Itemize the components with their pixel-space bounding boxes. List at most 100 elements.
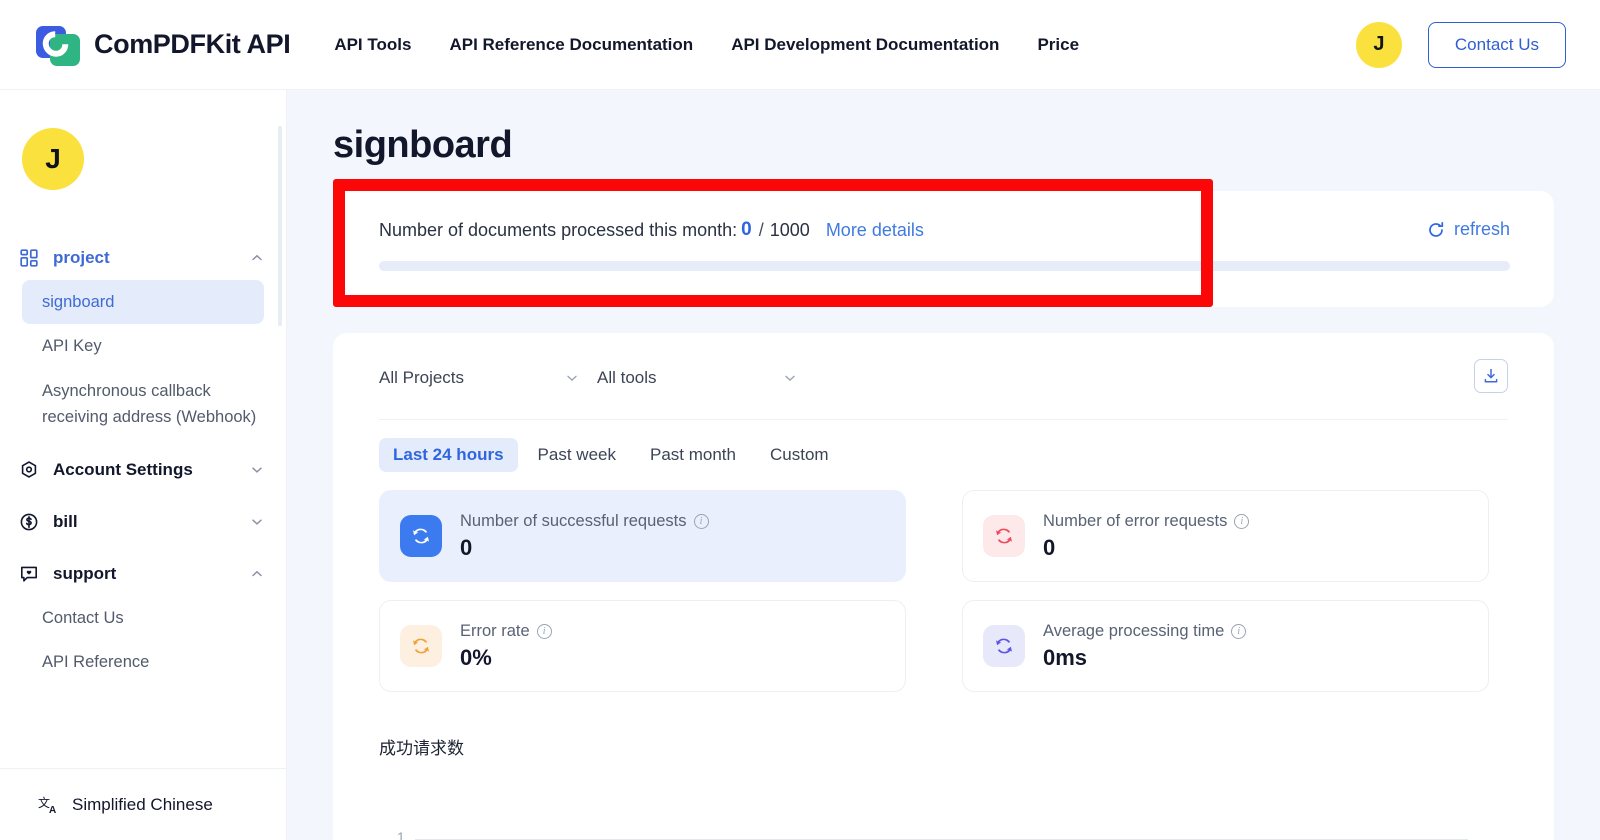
- nav-link-api-tools[interactable]: API Tools: [334, 35, 411, 55]
- tab-custom[interactable]: Custom: [756, 438, 843, 472]
- chart-title: 成功请求数: [379, 739, 464, 758]
- main-nav-links: API Tools API Reference Documentation AP…: [334, 35, 1079, 55]
- sidebar-group-account-settings[interactable]: Account Settings: [0, 448, 286, 492]
- chevron-up-icon: [250, 251, 264, 265]
- nav-link-api-development-documentation[interactable]: API Development Documentation: [731, 35, 999, 55]
- info-icon[interactable]: i: [1231, 623, 1247, 639]
- refresh-button[interactable]: refresh: [1427, 219, 1510, 240]
- support-chat-icon: [18, 563, 40, 585]
- quota-total-value: 1000: [769, 219, 810, 240]
- sync-time-icon: [983, 625, 1025, 667]
- refresh-label: refresh: [1453, 219, 1510, 239]
- metric-card-error-requests: Number of error requests i 0: [962, 490, 1489, 582]
- sync-rate-icon: [400, 625, 442, 667]
- info-icon[interactable]: i: [1234, 513, 1250, 529]
- quota-progress-bar: [379, 261, 1510, 271]
- sidebar-group-label: support: [53, 563, 117, 583]
- main-content: signboard Number of documents processed …: [287, 90, 1600, 840]
- chart-plot-area: 1: [379, 797, 1508, 840]
- nav-link-api-reference-documentation[interactable]: API Reference Documentation: [449, 35, 693, 55]
- metric-label-row: Number of error requests i: [1043, 511, 1250, 531]
- metric-body: Average processing time i 0ms: [1043, 621, 1247, 671]
- chart-y-tick: 1: [397, 829, 405, 840]
- quota-card: Number of documents processed this month…: [333, 191, 1554, 307]
- tab-last-24-hours[interactable]: Last 24 hours: [379, 438, 518, 472]
- success-requests-chart: 成功请求数 1: [379, 734, 1508, 840]
- sidebar-avatar[interactable]: J: [22, 128, 84, 190]
- metric-body: Error rate i 0%: [460, 622, 552, 671]
- metric-label: Error rate: [460, 621, 530, 640]
- metric-card-average-processing-time: Average processing time i 0ms: [962, 600, 1489, 692]
- export-button[interactable]: [1474, 359, 1508, 393]
- metric-label-row: Error rate i: [460, 622, 552, 641]
- chevron-down-icon: [565, 371, 579, 385]
- quota-used-value: 0: [741, 219, 752, 240]
- quota-line: Number of documents processed this month…: [379, 219, 1510, 241]
- download-icon: [1482, 367, 1500, 385]
- sidebar-avatar-wrap: J: [0, 90, 286, 190]
- info-icon[interactable]: i: [693, 513, 709, 529]
- sidebar-item-contact-us[interactable]: Contact Us: [22, 596, 264, 640]
- sync-error-icon: [983, 515, 1025, 557]
- sidebar-item-signboard[interactable]: signboard: [22, 280, 264, 325]
- metric-card-successful-requests: Number of successful requests i 0: [379, 490, 906, 582]
- sidebar-group-label: project: [53, 248, 110, 267]
- refresh-icon: [1427, 221, 1445, 239]
- info-icon[interactable]: i: [536, 623, 552, 639]
- metric-label: Number of error requests: [1043, 511, 1228, 530]
- metric-value: 0: [460, 534, 473, 560]
- contact-us-button[interactable]: Contact Us: [1427, 21, 1566, 68]
- sync-success-icon: [400, 515, 442, 557]
- project-filter-value: All Projects: [379, 368, 465, 387]
- language-label: Simplified Chinese: [72, 794, 213, 814]
- sidebar-item-api-reference[interactable]: API Reference: [22, 640, 264, 684]
- metric-value: 0ms: [1043, 644, 1088, 670]
- nav-link-price[interactable]: Price: [1037, 35, 1079, 55]
- sidebar-scrollbar[interactable]: [278, 126, 282, 326]
- time-range-tabs: Last 24 hours Past week Past month Custo…: [379, 419, 1508, 472]
- translate-icon: 文 A: [38, 794, 60, 816]
- metrics-grid: Number of successful requests i 0 Number…: [379, 490, 1508, 692]
- avatar[interactable]: J: [1355, 21, 1402, 68]
- filter-row: All Projects All tools: [379, 359, 1508, 397]
- grid-icon: [18, 247, 40, 269]
- metric-body: Number of successful requests i 0: [460, 512, 709, 561]
- tool-filter-select[interactable]: All tools: [597, 359, 797, 397]
- sidebar-group-project[interactable]: project: [0, 236, 286, 280]
- language-switcher[interactable]: 文 A Simplified Chinese: [0, 768, 286, 840]
- project-filter-select[interactable]: All Projects: [379, 359, 579, 397]
- metric-value: 0%: [460, 644, 492, 670]
- settings-hex-icon: [18, 459, 40, 481]
- nav-right-actions: J Contact Us: [1355, 21, 1566, 68]
- metric-label: Average processing time: [1043, 621, 1225, 640]
- sidebar-item-webhook[interactable]: Asynchronous callback receiving address …: [22, 369, 264, 440]
- compdfkit-logo-icon: [36, 23, 80, 67]
- page-title: signboard: [333, 124, 513, 166]
- sidebar-group-label: bill: [53, 511, 78, 531]
- metric-label-row: Number of successful requests i: [460, 512, 709, 531]
- chevron-down-icon: [250, 515, 264, 529]
- sidebar-item-api-key[interactable]: API Key: [22, 324, 264, 368]
- chevron-up-icon: [250, 567, 264, 581]
- metric-card-error-rate: Error rate i 0%: [379, 600, 906, 692]
- dollar-circle-icon: [18, 511, 40, 533]
- chevron-down-icon: [783, 371, 797, 385]
- quota-prefix-label: Number of documents processed this month…: [379, 219, 738, 240]
- tab-past-week[interactable]: Past week: [524, 438, 630, 472]
- metric-label: Number of successful requests: [460, 511, 687, 530]
- sidebar: J project signboard API Key Asynchronous…: [0, 90, 287, 840]
- svg-text:A: A: [49, 805, 56, 816]
- sidebar-nav: project signboard API Key Asynchronous c…: [0, 236, 286, 768]
- tab-past-month[interactable]: Past month: [636, 438, 750, 472]
- sidebar-group-bill[interactable]: bill: [0, 500, 286, 544]
- metric-label-row: Average processing time i: [1043, 621, 1247, 641]
- top-navigation-bar: ComPDFKit API API Tools API Reference Do…: [0, 0, 1600, 90]
- more-details-link[interactable]: More details: [826, 220, 924, 241]
- app-shell: J project signboard API Key Asynchronous…: [0, 90, 1600, 840]
- brand[interactable]: ComPDFKit API: [36, 23, 291, 67]
- tool-filter-value: All tools: [597, 368, 657, 387]
- metric-body: Number of error requests i 0: [1043, 511, 1250, 561]
- chevron-down-icon: [250, 463, 264, 477]
- sidebar-group-support[interactable]: support: [0, 552, 286, 596]
- sidebar-group-label: Account Settings: [53, 459, 193, 479]
